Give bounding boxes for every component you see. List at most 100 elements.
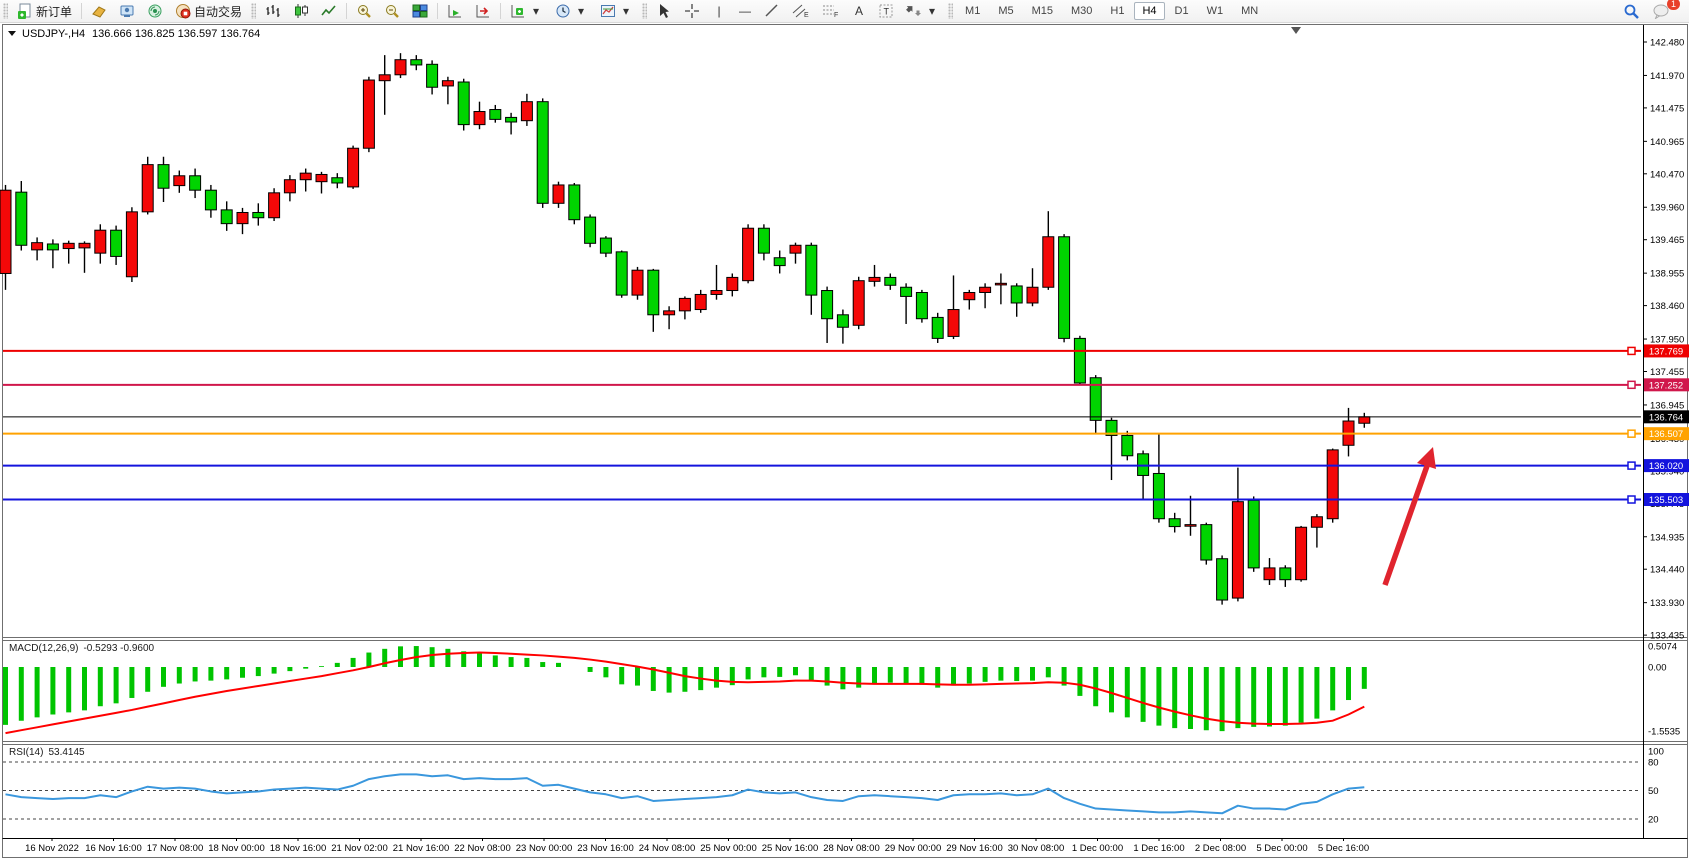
- channel-button[interactable]: E: [787, 1, 815, 21]
- toolbar-grip[interactable]: [948, 3, 953, 19]
- text-button[interactable]: A: [847, 1, 871, 21]
- time-label[interactable]: 16 Nov 2022: [25, 843, 79, 854]
- time-label[interactable]: 25 Nov 00:00: [700, 843, 757, 854]
- time-label[interactable]: 17 Nov 08:00: [147, 843, 204, 854]
- indicators-button[interactable]: ▾: [505, 1, 548, 21]
- zoom-in-button[interactable]: [351, 1, 377, 21]
- hline-handle[interactable]: [1628, 430, 1635, 437]
- auto-trading-button[interactable]: 自动交易: [170, 1, 247, 21]
- arrows-button[interactable]: ▾: [901, 1, 944, 21]
- text-label-button[interactable]: T: [873, 1, 899, 21]
- timeframe-w1-button[interactable]: W1: [1199, 2, 1232, 20]
- candle-body: [1043, 237, 1054, 287]
- chart-shift-icon: [475, 3, 491, 19]
- macd-axis-label: -1.5535: [1648, 727, 1680, 738]
- timeframe-d1-button[interactable]: D1: [1167, 2, 1197, 20]
- candle-body: [537, 102, 548, 204]
- horizontal-line-button[interactable]: —: [733, 1, 757, 21]
- price-tick-label: 140.965: [1650, 137, 1684, 148]
- fibonacci-button[interactable]: F: [817, 1, 845, 21]
- chart-svg[interactable]: 142.480141.970141.475140.965140.470139.9…: [0, 24, 1689, 859]
- timeframe-m1-button[interactable]: M1: [957, 2, 988, 20]
- time-label[interactable]: 1 Dec 00:00: [1072, 843, 1123, 854]
- price-badge-value: 137.769: [1649, 346, 1683, 357]
- timeframe-h4-button[interactable]: H4: [1134, 2, 1164, 20]
- time-label[interactable]: 16 Nov 16:00: [85, 843, 142, 854]
- vertical-line-icon: |: [712, 4, 726, 18]
- candle-body: [679, 298, 690, 310]
- time-label[interactable]: 5 Dec 00:00: [1256, 843, 1307, 854]
- cursor-button[interactable]: [651, 1, 677, 21]
- chart-window[interactable]: 142.480141.970141.475140.965140.470139.9…: [0, 24, 1689, 864]
- timeframe-h1-button[interactable]: H1: [1102, 2, 1132, 20]
- price-tick-label: 134.440: [1650, 565, 1684, 576]
- time-label[interactable]: 29 Nov 00:00: [885, 843, 942, 854]
- hline-handle[interactable]: [1628, 347, 1635, 354]
- time-label[interactable]: 25 Nov 16:00: [762, 843, 819, 854]
- candle-body: [1153, 473, 1164, 518]
- time-label[interactable]: 28 Nov 08:00: [823, 843, 880, 854]
- separator: [81, 3, 82, 19]
- time-label[interactable]: 23 Nov 00:00: [516, 843, 573, 854]
- time-label[interactable]: 5 Dec 16:00: [1318, 843, 1369, 854]
- price-tick-label: 133.435: [1650, 631, 1684, 642]
- line-chart-button[interactable]: [316, 1, 342, 21]
- history-button[interactable]: [86, 1, 112, 21]
- tile-windows-button[interactable]: [407, 1, 433, 21]
- search-button[interactable]: [1618, 1, 1645, 21]
- hline-handle[interactable]: [1628, 496, 1635, 503]
- candle-body: [664, 311, 675, 315]
- candle-body: [521, 102, 532, 121]
- candle-body: [1248, 500, 1259, 568]
- candlestick-chart-button[interactable]: [288, 1, 314, 21]
- time-label[interactable]: 30 Nov 08:00: [1008, 843, 1065, 854]
- candle-body: [837, 315, 848, 327]
- price-tick-label: 134.935: [1650, 532, 1684, 543]
- signals-button[interactable]: [142, 1, 168, 21]
- chart-shift-button[interactable]: [470, 1, 496, 21]
- auto-scroll-button[interactable]: [442, 1, 468, 21]
- timeframe-m5-button[interactable]: M5: [990, 2, 1021, 20]
- svg-text:F: F: [834, 12, 838, 19]
- timeframe-mn-button[interactable]: MN: [1233, 2, 1266, 20]
- vertical-line-button[interactable]: |: [707, 1, 731, 21]
- periods-button[interactable]: ▾: [550, 1, 593, 21]
- time-label[interactable]: 24 Nov 08:00: [639, 843, 696, 854]
- time-label[interactable]: 21 Nov 16:00: [393, 843, 450, 854]
- candle-body: [1011, 286, 1022, 303]
- auto-trading-label: 自动交易: [194, 3, 242, 20]
- templates-button[interactable]: ▾: [595, 1, 638, 21]
- trendline-button[interactable]: [759, 1, 785, 21]
- notifications-button[interactable]: 1: [1647, 1, 1675, 21]
- separator: [500, 3, 501, 19]
- time-label[interactable]: 1 Dec 16:00: [1133, 843, 1184, 854]
- time-label[interactable]: 18 Nov 00:00: [208, 843, 265, 854]
- toolbar-grip[interactable]: [642, 3, 647, 19]
- new-order-icon: [17, 3, 33, 19]
- horizontal-line-icon: —: [738, 4, 752, 18]
- dropdown-icon: ▾: [574, 4, 588, 18]
- time-label[interactable]: 22 Nov 08:00: [454, 843, 511, 854]
- timeframe-m30-button[interactable]: M30: [1063, 2, 1100, 20]
- candle-body: [190, 176, 201, 190]
- time-label[interactable]: 29 Nov 16:00: [946, 843, 1003, 854]
- market-watch-button[interactable]: [114, 1, 140, 21]
- timeframe-m15-button[interactable]: M15: [1024, 2, 1061, 20]
- time-label[interactable]: 23 Nov 16:00: [577, 843, 634, 854]
- price-tick-label: 137.950: [1650, 335, 1684, 346]
- crosshair-button[interactable]: [679, 1, 705, 21]
- hline-handle[interactable]: [1628, 462, 1635, 469]
- bar-chart-button[interactable]: [260, 1, 286, 21]
- time-label[interactable]: 18 Nov 16:00: [270, 843, 327, 854]
- hline-handle[interactable]: [1628, 381, 1635, 388]
- toolbar-grip[interactable]: [3, 3, 8, 19]
- zoom-out-button[interactable]: [379, 1, 405, 21]
- zoom-in-icon: [356, 3, 372, 19]
- candle-body: [1217, 559, 1228, 600]
- time-label[interactable]: 21 Nov 02:00: [331, 843, 388, 854]
- time-label[interactable]: 2 Dec 08:00: [1195, 843, 1246, 854]
- toolbar-grip[interactable]: [251, 3, 256, 19]
- svg-text:E: E: [804, 12, 809, 19]
- candle-body: [269, 193, 280, 218]
- new-order-button[interactable]: 新订单: [12, 1, 77, 21]
